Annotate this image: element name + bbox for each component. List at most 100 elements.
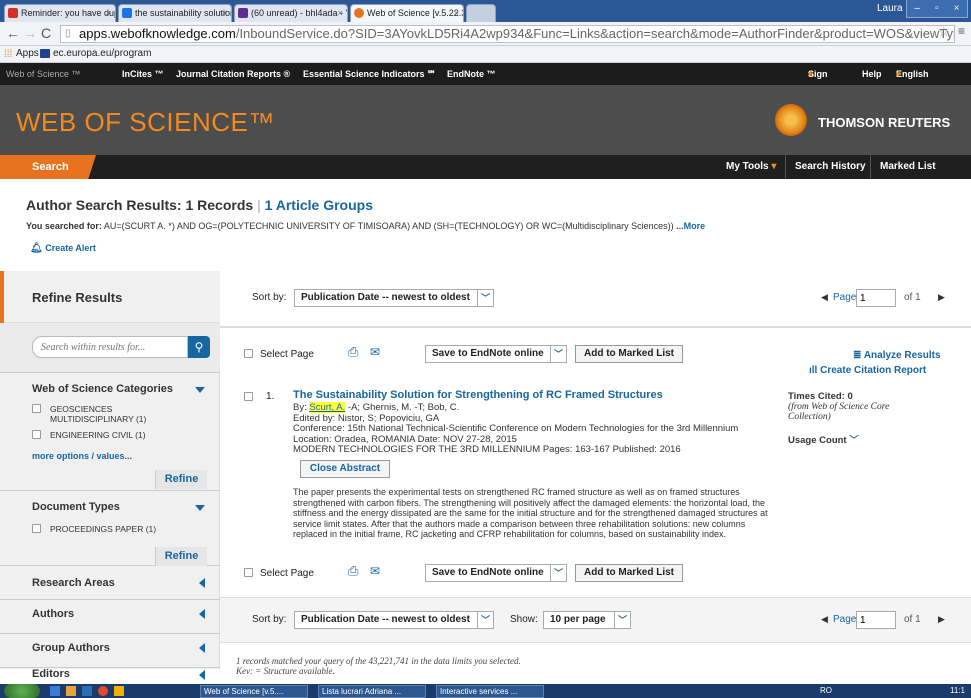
my-tools-menu[interactable]: My Tools ▾ — [726, 155, 776, 179]
page-input[interactable] — [856, 289, 896, 307]
start-button-icon[interactable] — [4, 684, 40, 698]
close-icon[interactable]: × — [106, 5, 111, 21]
taskbar-item[interactable]: Interactive services ... — [436, 685, 544, 698]
pinned-app-icon[interactable] — [82, 686, 92, 696]
taskbar-item[interactable]: Lista lucrari Adriana ... — [318, 685, 426, 698]
topnav-esi[interactable]: Essential Science Indicators ℠ — [303, 63, 436, 85]
chevron-down-icon[interactable] — [195, 505, 205, 511]
pinned-app-icon[interactable] — [114, 686, 124, 696]
document-types-section: Document Types PROCEEDINGS PAPER (1) Ref… — [0, 491, 220, 566]
chevron-left-icon[interactable] — [199, 643, 205, 653]
save-endnote-select[interactable]: Save to EndNote online ﹀ — [425, 564, 567, 582]
back-icon[interactable]: ← — [6, 25, 20, 41]
search-tab[interactable]: Search — [0, 155, 96, 179]
close-icon[interactable]: × — [222, 5, 227, 21]
search-icon[interactable]: ⚲ — [188, 336, 210, 358]
document-types-heading[interactable]: Document Types — [32, 501, 120, 513]
category-checkbox[interactable] — [32, 430, 41, 439]
more-link[interactable]: ...More — [676, 221, 705, 231]
page-input[interactable] — [856, 611, 896, 629]
close-icon[interactable]: × — [454, 5, 459, 21]
topnav-jcr[interactable]: Journal Citation Reports ® — [176, 63, 290, 85]
editors-section[interactable]: Editors — [0, 668, 220, 682]
help-link[interactable]: Help — [862, 63, 882, 85]
authors-section[interactable]: Authors — [0, 600, 220, 634]
mail-icon — [238, 8, 248, 18]
chevron-left-icon[interactable] — [199, 670, 205, 680]
sort-select[interactable]: Publication Date -- newest to oldest ﹀ — [294, 289, 494, 307]
search-history-link[interactable]: Search History — [795, 155, 866, 179]
url-field[interactable]: ▯ apps.webofknowledge.com/InboundService… — [60, 25, 955, 43]
wos-logo[interactable]: WEB OF SCIENCE™ — [16, 107, 275, 138]
group-authors-section[interactable]: Group Authors — [0, 634, 220, 668]
close-icon[interactable]: × — [338, 5, 343, 21]
record-checkbox[interactable] — [244, 392, 253, 401]
prev-page-icon[interactable]: ◀ — [821, 614, 828, 625]
pinned-app-icon[interactable] — [98, 686, 108, 696]
sort-select[interactable]: Publication Date -- newest to oldest ﹀ — [294, 611, 494, 629]
select-page-checkbox[interactable] — [244, 349, 253, 358]
author-link-highlighted[interactable]: Scurt, A. — [309, 402, 346, 413]
create-alert-link[interactable]: 🔔︎ Create Alert — [30, 243, 96, 254]
you-searched-label: You searched for: — [26, 221, 102, 231]
create-citation-report-link[interactable]: ıll Create Citation Report — [809, 365, 926, 376]
main-nav: Search My Tools ▾ Search History Marked … — [0, 155, 971, 179]
email-icon[interactable]: ✉ — [370, 345, 380, 359]
chevron-down-icon: ﹀ — [477, 290, 493, 306]
prev-page-icon[interactable]: ◀ — [821, 292, 828, 303]
browser-tab[interactable]: Reminder: you have dupli × — [4, 4, 116, 22]
browser-tab[interactable]: (60 unread) - bhl4ada - Y × — [234, 4, 348, 22]
print-icon[interactable]: ⎙ — [348, 344, 358, 360]
email-icon[interactable]: ✉ — [370, 564, 380, 578]
usage-count-toggle[interactable]: Usage Count ﹀ — [788, 432, 958, 446]
menu-icon[interactable]: ≡ — [958, 24, 965, 38]
marked-list-link[interactable]: Marked List — [880, 155, 936, 179]
print-icon[interactable]: ⎙ — [348, 563, 358, 579]
taskbar-item[interactable]: Web of Science [v.5.... — [200, 685, 308, 698]
save-endnote-select[interactable]: Save to EndNote online ﹀ — [425, 345, 567, 363]
add-to-marked-list-button[interactable]: Add to Marked List — [575, 345, 683, 363]
clock[interactable]: 11:1 — [950, 686, 965, 695]
doc-type-checkbox[interactable] — [32, 524, 41, 533]
category-checkbox[interactable] — [32, 404, 41, 413]
pinned-app-icon[interactable] — [66, 686, 76, 696]
wos-categories-heading[interactable]: Web of Science Categories — [32, 383, 173, 395]
record-source: MODERN TECHNOLOGIES FOR THE 3RD MILLENNI… — [293, 444, 681, 455]
browser-tab-active[interactable]: Web of Science [v.5.22.3] × — [350, 4, 464, 22]
next-page-icon[interactable]: ▶ — [938, 292, 945, 303]
gmail-icon — [8, 8, 18, 18]
analyze-results-link[interactable]: ≣ Analyze Results — [853, 350, 941, 361]
chevron-left-icon[interactable] — [199, 578, 205, 588]
topnav-endnote[interactable]: EndNote ™ — [447, 63, 496, 85]
maximize-icon[interactable]: ▫ — [935, 3, 939, 14]
chevron-down-icon[interactable] — [195, 387, 205, 393]
close-abstract-button[interactable]: Close Abstract — [300, 460, 390, 478]
forward-icon[interactable]: → — [23, 25, 37, 41]
add-to-marked-list-button[interactable]: Add to Marked List — [575, 564, 683, 582]
new-tab-button[interactable] — [466, 4, 496, 22]
minimize-icon[interactable]: – — [915, 3, 921, 14]
pinned-app-icon[interactable] — [50, 686, 60, 696]
profile-name[interactable]: Laura — [877, 3, 903, 14]
topnav-wos[interactable]: Web of Science ™ — [6, 63, 80, 85]
close-window-icon[interactable]: × — [954, 3, 960, 14]
bookmark-apps[interactable]: Apps — [16, 46, 39, 62]
article-groups-link[interactable]: 1 Article Groups — [265, 197, 373, 213]
per-page-select[interactable]: 10 per page ﹀ — [543, 611, 631, 629]
topnav-incites[interactable]: InCites ™ — [122, 63, 164, 85]
select-page-checkbox[interactable] — [244, 568, 253, 577]
search-within-input[interactable] — [32, 336, 188, 358]
record-title-link[interactable]: The Sustainability Solution for Strength… — [293, 389, 663, 401]
chevron-left-icon[interactable] — [199, 609, 205, 619]
research-areas-section[interactable]: Research Areas — [0, 566, 220, 600]
reload-icon[interactable]: C — [41, 25, 51, 41]
star-icon[interactable]: ☆ — [938, 24, 950, 40]
bookmark-ec-europa[interactable]: ec.europa.eu/program — [53, 46, 151, 62]
os-taskbar: Web of Science [v.5.... Lista lucrari Ad… — [0, 684, 971, 698]
refine-button[interactable]: Refine — [155, 547, 207, 566]
browser-tab[interactable]: the sustainability solution × — [118, 4, 232, 22]
next-page-icon[interactable]: ▶ — [938, 614, 945, 625]
refine-button[interactable]: Refine — [155, 470, 207, 489]
language-indicator[interactable]: RO — [820, 686, 832, 695]
more-options-link[interactable]: more options / values... — [32, 451, 132, 461]
